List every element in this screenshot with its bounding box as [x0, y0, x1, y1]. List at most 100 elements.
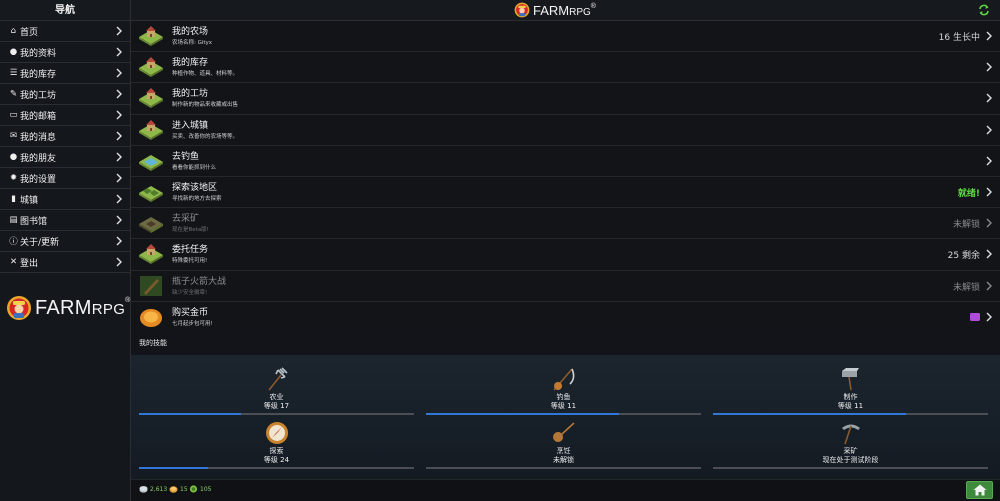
refresh-icon[interactable] — [978, 4, 990, 16]
skills-heading: 我的技能 — [131, 331, 1000, 355]
chevron-right-icon — [986, 187, 992, 197]
menu-row-subtitle: 缺少安全徽章! — [172, 289, 208, 296]
menu-row-workshop[interactable]: 我的工坊 制作新的物品来收藏或出售 — [131, 83, 1000, 115]
sidebar-item-list[interactable]: ☰ 我的库存 — [0, 63, 130, 84]
workshop-icon — [139, 88, 163, 109]
menu-row-subtitle: 看看你能抓到什么 — [172, 164, 217, 171]
sidebar-item-label: 我的消息 — [20, 132, 57, 143]
compass-icon — [265, 422, 288, 444]
chevron-right-icon — [986, 218, 992, 228]
sidebar-item-label: 我的设置 — [20, 174, 57, 185]
menu-row-title: 探索该地区 — [172, 182, 218, 193]
farmer-mascot-icon — [514, 2, 530, 18]
sidebar-item-home[interactable]: ⌂ 首页 — [0, 21, 130, 42]
town-icon — [139, 119, 163, 140]
sidebar-item-label: 我的邮箱 — [20, 111, 57, 122]
menu-row-title: 购买金币 — [172, 307, 209, 318]
sidebar-item-user[interactable]: ● 我的资料 — [0, 42, 130, 63]
chevron-right-icon — [116, 131, 122, 141]
header-trademark: ® — [590, 2, 596, 10]
chevron-right-icon — [116, 152, 122, 162]
menu-row-title: 去采矿 — [172, 214, 200, 225]
sidebar-item-gear[interactable]: ✹ 我的设置 — [0, 168, 130, 189]
pack-badge-icon — [970, 312, 980, 321]
book-icon: ▤ — [9, 215, 18, 225]
pitchfork-icon — [267, 367, 288, 391]
sidebar-item-book[interactable]: ▤ 图书馆 — [0, 210, 130, 231]
farmer-mascot-icon — [7, 296, 31, 320]
skill-pickaxe[interactable]: 采矿 现在处于测试阶段 — [713, 416, 988, 469]
home-icon — [973, 484, 987, 496]
chevron-right-icon — [116, 173, 122, 183]
skill-compass[interactable]: 探索 等级 24 — [139, 416, 414, 469]
gear-icon: ✹ — [9, 173, 18, 183]
menu-row-subtitle: 现在是Beta版! — [172, 227, 209, 234]
sidebar-item-label: 我的资料 — [20, 48, 57, 59]
explore-icon — [139, 185, 163, 202]
sidebar-item-wrench[interactable]: ✎ 我的工坊 — [0, 84, 130, 105]
gold-coin-icon — [140, 308, 162, 327]
menu-row-quest[interactable]: 委托任务 特殊委托可用! 25 剩余 — [131, 239, 1000, 271]
chevron-right-icon — [986, 249, 992, 259]
menu-row-subtitle: 买卖、改善你的农场等等。 — [172, 133, 239, 140]
menu-row-subtitle: 七月起步包可用! — [172, 320, 213, 327]
sidebar-item-building[interactable]: ▮ 城镇 — [0, 189, 130, 210]
sidebar-item-info[interactable]: ⓘ 关于/更新 — [0, 231, 130, 252]
fishing-icon — [139, 154, 163, 171]
home-button[interactable] — [966, 481, 993, 499]
skill-hammer[interactable]: 制作 等级 11 — [713, 362, 988, 415]
silver-count: 2,613 — [150, 485, 168, 493]
stamina-icon — [189, 485, 198, 493]
farmrpg-logo: FARMRPG® — [6, 295, 131, 321]
sidebar-item-inbox[interactable]: ▭ 我的邮箱 — [0, 105, 130, 126]
chevron-right-icon — [986, 156, 992, 166]
sidebar-item-label: 首页 — [20, 27, 39, 38]
chevron-right-icon — [116, 215, 122, 225]
skill-progress-bar — [426, 413, 701, 415]
silver-stat: 2,613 — [139, 485, 167, 493]
skill-progress-fill — [426, 413, 619, 415]
skill-level: 等级 11 — [550, 402, 577, 410]
chevron-right-icon — [116, 257, 122, 267]
sidebar-item-envelope[interactable]: ✉ 我的消息 — [0, 126, 130, 147]
skill-progress-bar — [426, 467, 701, 469]
skill-fishing-rod[interactable]: 钓鱼 等级 11 — [426, 362, 701, 415]
chevron-right-icon — [986, 312, 992, 322]
chevron-right-icon — [986, 31, 992, 41]
users-icon: ● — [9, 152, 18, 162]
menu-row-subtitle: 种植作物、道具、材料等。 — [172, 71, 239, 78]
sidebar-item-close[interactable]: ✕ 登出 — [0, 252, 130, 273]
header-farm-text: FARM — [533, 2, 570, 18]
hammer-icon — [841, 368, 859, 391]
menu-row-farm[interactable]: 我的农场 农场名称: Gityx 16 生长中 — [131, 21, 1000, 53]
skill-pitchfork[interactable]: 农业 等级 17 — [139, 362, 414, 415]
menu-row-title: 进入城镇 — [172, 120, 209, 131]
chevron-right-icon — [116, 47, 122, 57]
menu-row-mining[interactable]: 去采矿 现在是Beta版! 未解锁 — [131, 208, 1000, 240]
pickaxe-icon — [841, 424, 860, 445]
sidebar-item-label: 图书馆 — [20, 216, 48, 227]
chevron-right-icon — [116, 26, 122, 36]
sidebar-item-label: 关于/更新 — [20, 237, 60, 248]
skill-level: 等级 17 — [263, 402, 290, 410]
menu-row-fishing[interactable]: 去钓鱼 看看你能抓到什么 — [131, 145, 1000, 177]
skill-level: 未解锁 — [553, 456, 574, 464]
envelope-icon: ✉ — [9, 131, 18, 141]
chevron-right-icon — [986, 93, 992, 103]
menu-row-inventory[interactable]: 我的库存 种植作物、道具、材料等。 — [131, 52, 1000, 84]
menu-row-rocket[interactable]: 瓶子火箭大战 缺少安全徽章! 未解锁 — [131, 270, 1000, 302]
chevron-right-icon — [986, 125, 992, 135]
menu-row-town[interactable]: 进入城镇买卖、改善你的农场等等。 — [131, 114, 1000, 146]
header-logo[interactable]: FARMRPG® — [514, 2, 596, 18]
menu-row-gold-coin[interactable]: 购买金币七月起步包可用! — [131, 301, 1000, 333]
menu-row-title: 我的农场 — [172, 27, 209, 37]
skill-level: 等级 24 — [263, 456, 290, 464]
menu-row-explore[interactable]: 探索该地区 寻找新的地方去探索 就绪! — [131, 176, 1000, 209]
skill-level: 现在处于测试阶段 — [822, 456, 879, 464]
skill-ladle[interactable]: 烹饪 未解锁 — [426, 416, 701, 469]
sidebar-item-users[interactable]: ● 我的朋友 — [0, 147, 130, 168]
chevron-right-icon — [116, 194, 122, 204]
sidebar-item-label: 登出 — [20, 258, 39, 269]
sidebar-item-label: 我的库存 — [20, 69, 57, 80]
logo-rpg-text: RPG — [91, 300, 126, 318]
